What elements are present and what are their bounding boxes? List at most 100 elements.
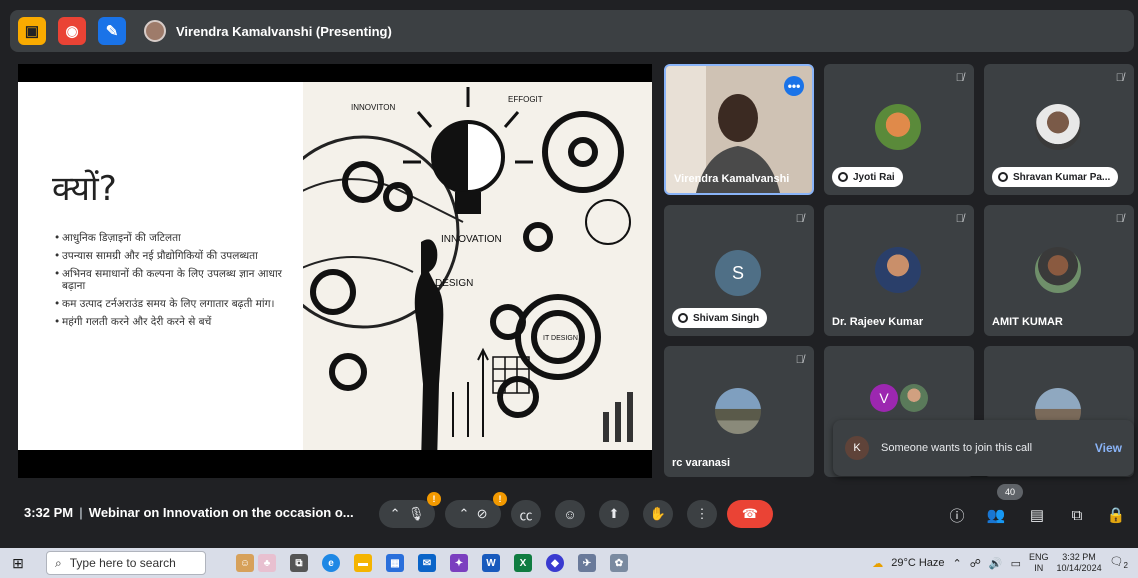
- illustration-label: DESIGN: [435, 278, 473, 289]
- app-icon[interactable]: ◆: [546, 554, 564, 572]
- system-clock[interactable]: 3:32 PM 10/14/2024: [1057, 552, 1102, 574]
- more-options-button[interactable]: ⋮: [687, 500, 717, 528]
- clock-date: 10/14/2024: [1056, 563, 1102, 573]
- participant-tile[interactable]: 🎙̸ AMIT KUMAR: [984, 205, 1134, 336]
- os-taskbar: ⊞ ⌕ Type here to search ☺ ♣ ⧉ e ▬ ▦ ✉ ✦ …: [0, 548, 1138, 578]
- info-icon[interactable]: ⓘ: [946, 504, 968, 526]
- avatar: [900, 384, 928, 412]
- chat-icon[interactable]: ▤: [1026, 504, 1048, 526]
- mic-off-icon: 🎙̸: [795, 354, 804, 366]
- slide-bullet: अभिनव समाधानों की कल्पना के लिए उपलब्ध ज…: [54, 268, 294, 292]
- widget-icon[interactable]: ♣: [258, 554, 276, 572]
- avatar: [875, 247, 921, 293]
- participant-tile[interactable]: ••• Virendra Kamalvanshi: [664, 64, 814, 195]
- search-icon: ⌕: [55, 555, 62, 570]
- participant-tile[interactable]: 🎙̸ Jyoti Rai: [824, 64, 974, 195]
- mail-icon[interactable]: ✉: [418, 554, 436, 572]
- innovation-illustration: INNOVITON EFFOGIT INNOVATION DESIGN IT D…: [303, 82, 652, 450]
- windows-start-icon[interactable]: ⊞: [0, 555, 36, 572]
- presenter-avatar: [144, 20, 166, 42]
- emoji-button[interactable]: ☺: [555, 500, 585, 528]
- join-request-toast: K Someone wants to join this call View: [833, 420, 1134, 476]
- file-explorer-icon[interactable]: ▬: [354, 554, 372, 572]
- present-button[interactable]: ⬆: [599, 500, 629, 528]
- avatar: [1035, 247, 1081, 293]
- audio-icon: [838, 172, 848, 182]
- camera-button[interactable]: ⌃ ⊘ !: [445, 492, 507, 528]
- cast-icon[interactable]: ▣: [18, 17, 46, 45]
- chevron-up-icon[interactable]: ⌃: [390, 506, 401, 522]
- excel-icon[interactable]: X: [514, 554, 532, 572]
- participant-count: 40: [997, 484, 1023, 500]
- mic-off-icon: 🎙̸: [1115, 72, 1124, 84]
- participant-name: Shravan Kumar Pa...: [1013, 171, 1111, 183]
- leave-call-button[interactable]: ☎: [727, 500, 773, 528]
- mic-off-icon: 🎙̸: [795, 213, 804, 225]
- view-button[interactable]: View: [1095, 441, 1122, 455]
- slide-bullet: कम उत्पाद टर्नअराउंड समय के लिए लगातार ब…: [54, 298, 294, 310]
- presenter-indicator[interactable]: Virendra Kamalvanshi (Presenting): [144, 20, 392, 42]
- notification-icon[interactable]: 🗨2: [1110, 555, 1128, 570]
- meeting-time: 3:32 PM: [24, 505, 74, 520]
- mic-off-icon: 🎙̸: [955, 72, 964, 84]
- participant-name-pill: Shravan Kumar Pa...: [992, 167, 1119, 187]
- separator: |: [79, 505, 83, 520]
- word-icon[interactable]: W: [482, 554, 500, 572]
- volume-icon[interactable]: 🔊: [989, 557, 1003, 570]
- illustration-label: INNOVATION: [441, 234, 502, 245]
- tray-expand-icon[interactable]: ⌃: [953, 557, 962, 570]
- participant-name-pill: Jyoti Rai: [832, 167, 903, 187]
- participant-tile[interactable]: 🎙̸ Shravan Kumar Pa...: [984, 64, 1134, 195]
- chevron-up-icon[interactable]: ⌃: [458, 506, 469, 522]
- warning-badge: !: [493, 492, 507, 506]
- network-icon[interactable]: ☍: [970, 557, 981, 570]
- mic-off-icon: 🎙̸: [1115, 213, 1124, 225]
- captions-button[interactable]: ㏄: [511, 500, 541, 528]
- region-code: IN: [1034, 563, 1044, 573]
- slide: क्यों? आधुनिक डिज़ाइनों की जटिलता उपन्या…: [18, 82, 652, 450]
- pen-icon[interactable]: ✎: [98, 17, 126, 45]
- weather-icon: ☁: [872, 557, 884, 570]
- app-icon[interactable]: ✈: [578, 554, 596, 572]
- illustration-label: IT DESIGN: [543, 335, 578, 342]
- avatar: [1035, 104, 1081, 150]
- participant-name: Dr. Rajeev Kumar: [832, 316, 924, 328]
- search-placeholder: Type here to search: [69, 556, 176, 570]
- more-options-icon[interactable]: •••: [784, 76, 804, 96]
- people-icon[interactable]: 👥: [985, 504, 1007, 526]
- weather-text[interactable]: 29°C Haze: [891, 557, 944, 569]
- illustration-label: EFFOGIT: [508, 95, 543, 104]
- mic-off-icon: 🎙̸: [955, 213, 964, 225]
- app-icon[interactable]: ✦: [450, 554, 468, 572]
- participant-name: Jyoti Rai: [853, 171, 895, 183]
- mic-icon: 🎙: [407, 506, 425, 521]
- taskbar-search[interactable]: ⌕ Type here to search: [46, 551, 206, 575]
- raise-hand-button[interactable]: ✋: [643, 500, 673, 528]
- display-icon[interactable]: ▭: [1011, 557, 1021, 570]
- language-indicator[interactable]: ENG IN: [1029, 552, 1049, 574]
- emoji-icon: ☺: [563, 506, 577, 522]
- participant-tile[interactable]: 🎙̸ S Shivam Singh: [664, 205, 814, 336]
- notification-count: 2: [1123, 561, 1128, 571]
- slide-title: क्यों?: [52, 169, 117, 209]
- record-icon[interactable]: ◉: [58, 17, 86, 45]
- task-view-icon[interactable]: ⧉: [290, 554, 308, 572]
- camera-off-icon: ⊘: [476, 506, 488, 521]
- widget-icon[interactable]: ☺: [236, 554, 254, 572]
- top-bar: ▣ ◉ ✎ Virendra Kamalvanshi (Presenting): [10, 10, 1134, 52]
- participant-tile[interactable]: 🎙̸ Dr. Rajeev Kumar: [824, 205, 974, 336]
- meeting-title: Webinar on Innovation on the occasion o.…: [88, 505, 354, 520]
- slide-bullet: महंगी गलती करने और देरी करने से बचें: [54, 316, 294, 328]
- store-icon[interactable]: ▦: [386, 554, 404, 572]
- activities-icon[interactable]: ⧉: [1066, 504, 1088, 526]
- hand-icon: ✋: [649, 506, 667, 521]
- host-controls-icon[interactable]: 🔒: [1105, 504, 1127, 526]
- meeting-info: 3:32 PM | Webinar on Innovation on the occ…: [24, 505, 354, 520]
- slide-bullets: आधुनिक डिज़ाइनों की जटिलता उपन्यास सामग्…: [54, 232, 294, 334]
- mic-button[interactable]: ⌃ 🎙 !: [379, 492, 441, 528]
- app-icon[interactable]: ✿: [610, 554, 628, 572]
- participant-tile[interactable]: 🎙̸ rc varanasi: [664, 346, 814, 477]
- hang-up-icon: ☎: [741, 506, 759, 521]
- participant-name-pill: Shivam Singh: [672, 308, 768, 328]
- edge-icon[interactable]: e: [322, 554, 340, 572]
